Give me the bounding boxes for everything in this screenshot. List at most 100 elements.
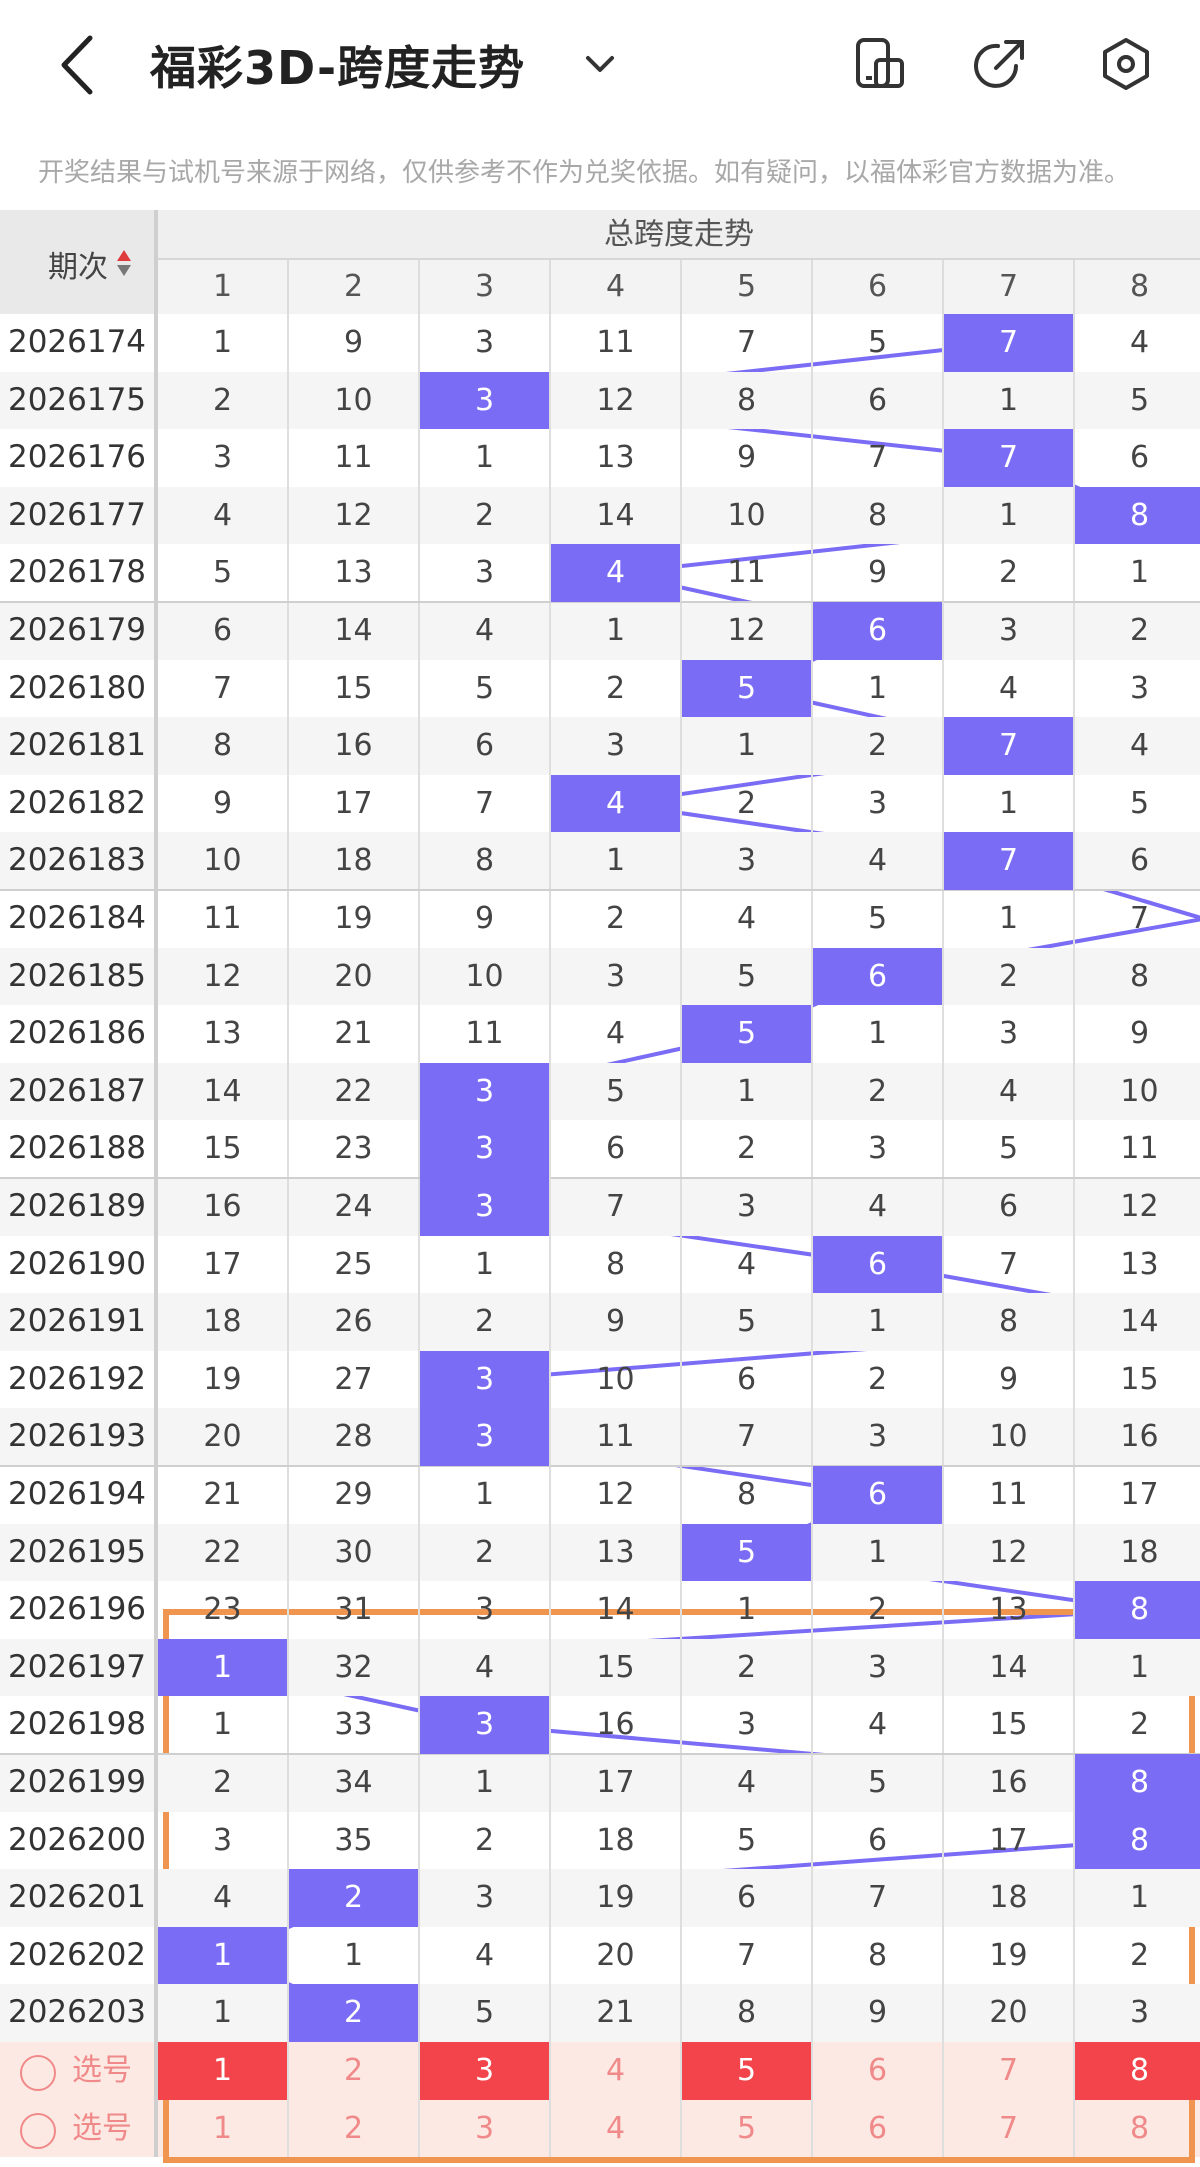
select-row-label[interactable]: 选号 xyxy=(0,2099,158,2158)
table-cell: 3 xyxy=(420,544,551,602)
period-cell: 2026185 xyxy=(0,947,158,1006)
table-cell: 3 xyxy=(944,1005,1075,1063)
table-cell: 5 xyxy=(420,1984,551,2042)
table-cell: 13 xyxy=(158,1005,289,1063)
column-header-5: 5 xyxy=(682,260,813,314)
table-cell: 2 xyxy=(420,1293,551,1351)
table-cell: 4 xyxy=(682,1754,813,1812)
table-cell: 16 xyxy=(944,1754,1075,1812)
column-header-8: 8 xyxy=(1075,260,1200,314)
table-cell: 6 xyxy=(682,1869,813,1927)
table-row: 2026186 13 21 11 4 5 1 3 9 xyxy=(0,1005,1200,1063)
number-button[interactable]: 2 xyxy=(289,2099,420,2158)
period-cell: 2026177 xyxy=(0,486,158,545)
select-row-label[interactable]: 选号 xyxy=(0,2042,158,2100)
table-cell: 3 xyxy=(1075,1984,1200,2042)
table-cell: 10 xyxy=(420,947,551,1006)
hit-cell: 3 xyxy=(420,1062,551,1121)
table-cell: 19 xyxy=(289,890,420,948)
number-button[interactable]: 1 xyxy=(158,2099,289,2158)
period-cell: 2026198 xyxy=(0,1696,158,1754)
settings-icon[interactable] xyxy=(1098,36,1154,92)
table-row: 2026200 3 35 2 18 5 6 17 8 xyxy=(0,1811,1200,1870)
share-icon[interactable] xyxy=(972,36,1028,92)
period-cell: 2026193 xyxy=(0,1408,158,1466)
table-cell: 1 xyxy=(813,659,944,718)
table-cell: 6 xyxy=(551,1120,682,1178)
table-cell: 8 xyxy=(420,832,551,890)
table-cell: 9 xyxy=(551,1293,682,1351)
selected-number-button[interactable]: 1 xyxy=(158,2042,289,2100)
table-cell: 15 xyxy=(158,1120,289,1178)
table-row: 2026192 19 27 3 10 6 2 9 15 xyxy=(0,1350,1200,1409)
table-cell: 17 xyxy=(551,1754,682,1812)
radio-circle-icon[interactable] xyxy=(20,2112,56,2149)
number-button[interactable]: 7 xyxy=(944,2099,1075,2158)
table-cell: 23 xyxy=(158,1581,289,1639)
table-cell: 20 xyxy=(551,1926,682,1985)
table-cell: 4 xyxy=(158,1869,289,1927)
table-cell: 8 xyxy=(682,371,813,430)
selected-number-button[interactable]: 3 xyxy=(420,2042,551,2100)
number-button[interactable]: 7 xyxy=(944,2042,1075,2100)
table-cell: 6 xyxy=(420,717,551,775)
table-cell: 12 xyxy=(944,1523,1075,1582)
chevron-down-icon[interactable] xyxy=(580,44,620,84)
table-cell: 8 xyxy=(158,717,289,775)
selected-number-button[interactable]: 5 xyxy=(682,2042,813,2100)
period-header[interactable]: 期次 xyxy=(0,210,158,314)
table-cell: 35 xyxy=(289,1811,420,1870)
table-cell: 21 xyxy=(551,1984,682,2042)
table-cell: 1 xyxy=(813,1005,944,1063)
number-button[interactable]: 4 xyxy=(551,2042,682,2100)
number-button[interactable]: 4 xyxy=(551,2099,682,2158)
sort-icon[interactable] xyxy=(116,248,132,278)
period-cell: 2026180 xyxy=(0,659,158,718)
number-button[interactable]: 5 xyxy=(682,2099,813,2158)
number-button[interactable]: 8 xyxy=(1075,2100,1200,2158)
table-cell: 7 xyxy=(682,314,813,372)
table-cell: 2 xyxy=(682,1120,813,1178)
table-cell: 4 xyxy=(158,486,289,545)
number-button[interactable]: 6 xyxy=(813,2042,944,2100)
period-cell: 2026176 xyxy=(0,429,158,487)
table-cell: 4 xyxy=(551,1005,682,1063)
period-cell: 2026195 xyxy=(0,1523,158,1582)
hit-cell: 3 xyxy=(420,1408,551,1466)
number-button[interactable]: 3 xyxy=(420,2099,551,2158)
select-row: 选号 1 2 3 4 5 6 7 8 xyxy=(0,2042,1200,2100)
table-cell: 1 xyxy=(420,1754,551,1812)
table-row: 2026203 1 2 5 21 8 9 20 3 xyxy=(0,1984,1200,2042)
number-button[interactable]: 2 xyxy=(289,2042,420,2100)
page-title[interactable]: 福彩3D-跨度走势 xyxy=(150,32,525,98)
number-button[interactable]: 6 xyxy=(813,2099,944,2158)
selected-number-button[interactable]: 8 xyxy=(1075,2042,1200,2100)
select-label-text: 选号 xyxy=(72,2053,132,2088)
table-cell: 9 xyxy=(682,429,813,487)
back-icon[interactable] xyxy=(50,28,110,102)
period-cell: 2026197 xyxy=(0,1638,158,1697)
table-cell: 7 xyxy=(420,774,551,833)
table-cell: 6 xyxy=(1075,832,1200,890)
table-cell: 5 xyxy=(682,1811,813,1870)
hit-cell: 1 xyxy=(158,1926,289,1985)
table-cell: 13 xyxy=(944,1581,1075,1639)
table-cell: 1 xyxy=(944,774,1075,833)
table-cell: 17 xyxy=(158,1235,289,1294)
table-cell: 4 xyxy=(813,1178,944,1236)
table-cell: 27 xyxy=(289,1350,420,1409)
table-cell: 1 xyxy=(813,1293,944,1351)
table-cell: 2 xyxy=(158,371,289,430)
radio-circle-icon[interactable] xyxy=(20,2055,56,2091)
table-row: 2026194 21 29 1 12 8 6 11 17 xyxy=(0,1466,1200,1524)
column-header-7: 7 xyxy=(944,260,1075,314)
table-cell: 3 xyxy=(813,1408,944,1466)
hit-cell: 4 xyxy=(551,774,682,833)
phone-icon[interactable] xyxy=(852,36,908,92)
table-cell: 8 xyxy=(551,1235,682,1294)
span-trend-header: 总跨度走势 xyxy=(158,210,1200,260)
table-row: 2026188 15 23 3 6 2 3 5 11 xyxy=(0,1120,1200,1178)
table-cell: 4 xyxy=(682,890,813,948)
table-cell: 7 xyxy=(813,1869,944,1927)
table-cell: 14 xyxy=(944,1638,1075,1697)
